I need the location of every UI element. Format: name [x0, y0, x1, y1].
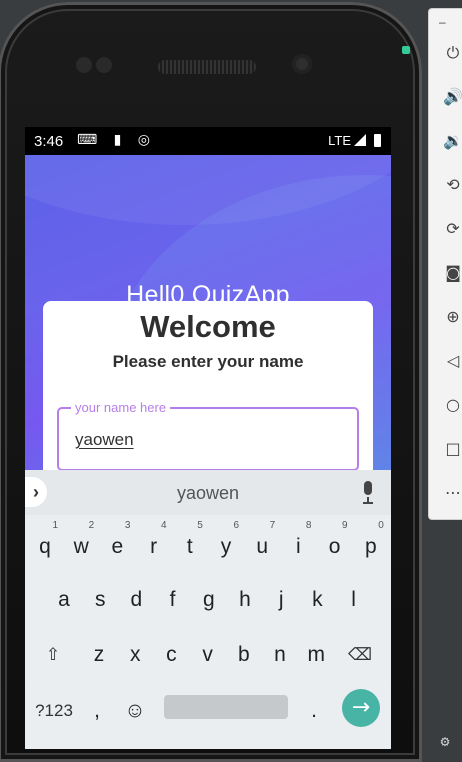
key-row-1: q1w2e3r4t5y6u7i8o9p0	[25, 520, 391, 574]
microphone-icon[interactable]	[361, 481, 375, 505]
back-icon[interactable]: ◁	[443, 351, 462, 371]
key-b[interactable]: b	[227, 632, 261, 678]
rotate-right-icon[interactable]: ⟳	[443, 219, 462, 239]
backspace-key[interactable]: ⌫	[343, 632, 377, 678]
key-number-hint: 3	[124, 520, 131, 531]
key-number-hint: 4	[161, 520, 167, 531]
overview-icon[interactable]: □	[443, 439, 462, 459]
key-h[interactable]: h	[228, 577, 262, 623]
key-i[interactable]: i8	[281, 520, 315, 570]
key-r[interactable]: r4	[137, 520, 171, 570]
key-q[interactable]: q1	[28, 520, 62, 570]
name-input[interactable]: your name here yaowen	[57, 400, 359, 471]
status-time: 3:46	[34, 133, 64, 150]
emoji-key[interactable]: ☺	[118, 688, 152, 734]
suggestion-word[interactable]: yaowen	[25, 483, 391, 504]
key-n[interactable]: n	[263, 632, 297, 678]
key-t[interactable]: t5	[173, 520, 207, 570]
key-y[interactable]: y6	[209, 520, 243, 570]
volume-down-icon[interactable]: 🔉	[443, 131, 462, 151]
battery-icon	[374, 134, 381, 147]
key-number-hint: 0	[378, 520, 384, 531]
key-number-hint: 9	[342, 520, 348, 531]
key-u[interactable]: u7	[245, 520, 279, 570]
key-label: r	[150, 535, 158, 558]
key-j[interactable]: j	[264, 577, 298, 623]
key-x[interactable]: x	[118, 632, 152, 678]
key-label: u	[256, 535, 269, 558]
key-number-hint: 1	[52, 520, 58, 531]
power-icon[interactable]: ⏻	[443, 43, 462, 63]
key-number-hint: 5	[197, 520, 203, 531]
key-label: i	[296, 535, 301, 558]
key-label: q	[39, 535, 51, 558]
key-number-hint: 6	[233, 520, 239, 531]
camera-icon[interactable]: ◙	[443, 263, 462, 283]
status-bar: 3:46 ⌨ ▮ ◎ LTE	[25, 127, 391, 155]
front-camera	[292, 54, 312, 74]
key-row-4: ?123 , ☺ . →	[25, 688, 391, 738]
network-type: LTE	[328, 133, 351, 148]
comma-key[interactable]: ,	[82, 688, 112, 734]
notification-icons: ⌨ ▮ ◎	[77, 132, 157, 148]
more-icon[interactable]: ⋯	[443, 483, 462, 503]
home-icon[interactable]: ○	[443, 395, 462, 415]
key-number-hint: 7	[269, 520, 276, 531]
settings-icon[interactable]: ⚙	[428, 735, 462, 749]
symbols-key[interactable]: ?123	[34, 688, 74, 734]
key-a[interactable]: a	[47, 577, 81, 623]
key-label: o	[328, 535, 341, 558]
key-g[interactable]: g	[192, 577, 226, 623]
key-row-2: asdfghjkl	[25, 577, 391, 627]
suggestion-strip: › yaowen	[25, 470, 391, 515]
shift-key[interactable]: ⇧	[36, 632, 70, 678]
minimize-button[interactable]: –	[439, 15, 446, 29]
key-z[interactable]: z	[82, 632, 116, 678]
space-key[interactable]	[164, 695, 288, 719]
signal-icon	[354, 134, 366, 146]
key-row-3: ⇧ ⌫ zxcvbnm	[25, 632, 391, 682]
zoom-icon[interactable]: ⊕	[443, 307, 462, 327]
period-key[interactable]: .	[297, 688, 331, 734]
key-e[interactable]: e3	[100, 520, 134, 570]
key-number-hint: 8	[305, 520, 312, 531]
emulator-toolbar: – ⏻ 🔊 🔉 ⟲ ⟳ ◙ ⊕ ◁ ○ □ ⋯	[428, 8, 462, 520]
soft-keyboard: › yaowen q1w2e3r4t5y6u7i8o9p0 asdfghjkl …	[25, 470, 391, 749]
front-sensor	[96, 57, 112, 73]
key-s[interactable]: s	[83, 577, 117, 623]
key-d[interactable]: d	[119, 577, 153, 623]
status-led	[402, 46, 410, 54]
key-p[interactable]: p0	[354, 520, 388, 570]
key-f[interactable]: f	[156, 577, 190, 623]
key-v[interactable]: v	[191, 632, 225, 678]
key-label: w	[73, 535, 89, 558]
key-k[interactable]: k	[300, 577, 334, 623]
earpiece-speaker	[158, 60, 256, 74]
key-w[interactable]: w2	[64, 520, 98, 570]
key-label: t	[186, 535, 193, 558]
key-label: p	[364, 535, 377, 558]
enter-key[interactable]: →	[342, 689, 380, 727]
rotate-left-icon[interactable]: ⟲	[443, 175, 462, 195]
key-m[interactable]: m	[299, 632, 333, 678]
key-l[interactable]: l	[337, 577, 371, 623]
name-prompt: Please enter your name	[112, 352, 304, 371]
key-label: e	[111, 535, 124, 558]
key-number-hint: 2	[88, 520, 95, 531]
key-o[interactable]: o9	[318, 520, 352, 570]
front-sensor	[76, 57, 92, 73]
status-right: LTE	[328, 133, 381, 148]
name-input-label: your name here	[71, 400, 171, 415]
phone-screen: 3:46 ⌨ ▮ ◎ LTE Hell0 QuizApp Welcome Ple…	[25, 127, 391, 749]
key-c[interactable]: c	[154, 632, 188, 678]
welcome-heading: Welcome	[140, 309, 276, 344]
name-input-value[interactable]: yaowen	[75, 430, 134, 450]
volume-up-icon[interactable]: 🔊	[443, 87, 462, 107]
key-label: y	[220, 535, 232, 558]
